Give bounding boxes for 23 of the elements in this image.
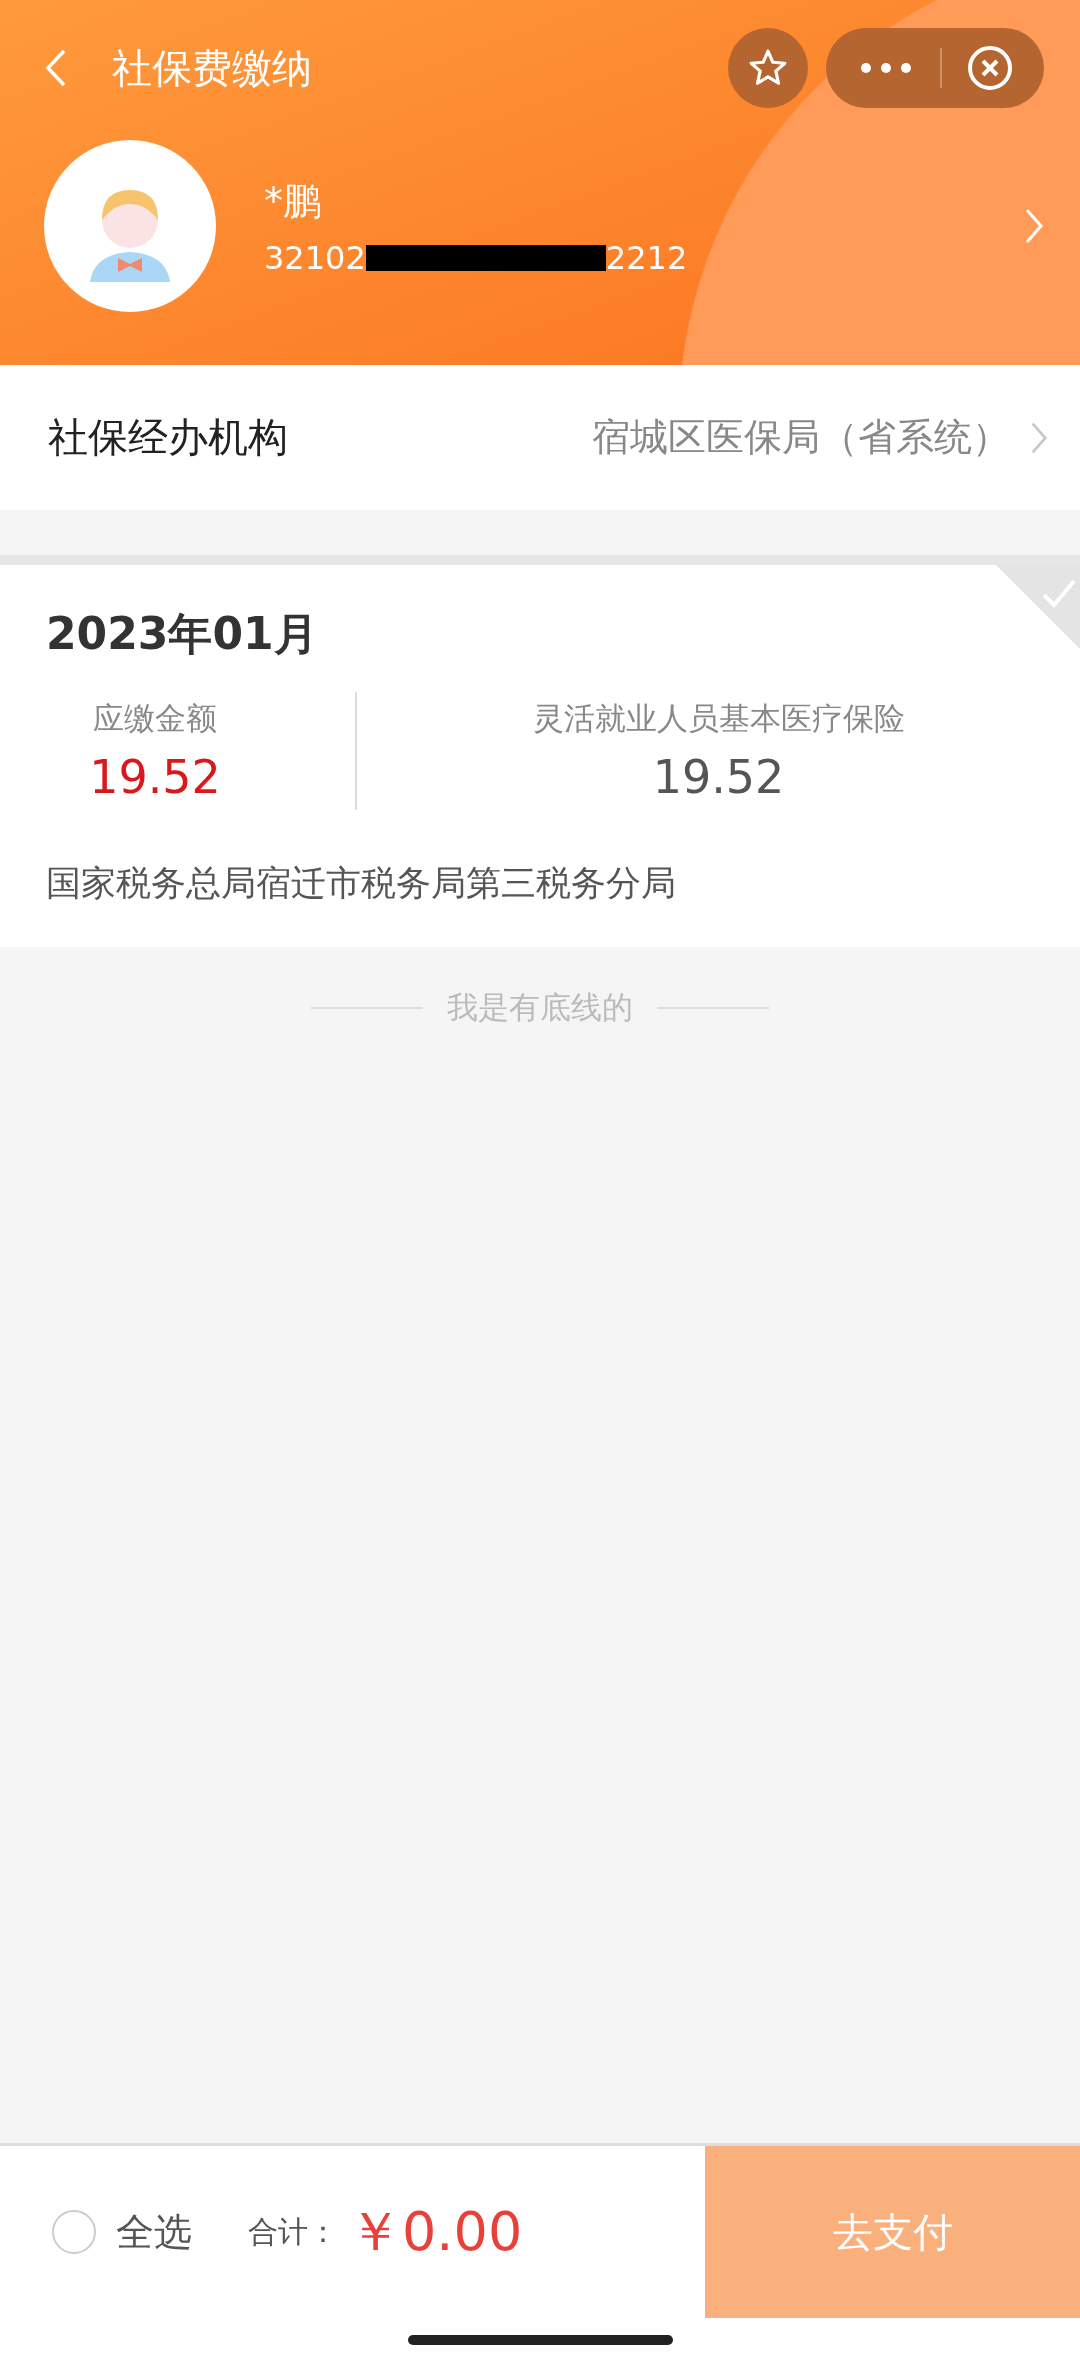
agency-row[interactable]: 社保经办机构 宿城区医保局（省系统）: [0, 365, 1080, 510]
page-title: 社保费缴纳: [112, 43, 313, 93]
chevron-right-icon[interactable]: [1024, 206, 1044, 246]
agency-value: 宿城区医保局（省系统）: [592, 414, 1010, 461]
total-amount: ￥0.00: [348, 2198, 523, 2265]
bill-period: 2023年01月: [46, 607, 318, 661]
select-all-label[interactable]: 全选: [116, 2206, 192, 2258]
select-all-radio[interactable]: [52, 2210, 96, 2254]
insurance-amount: 19.52: [652, 750, 785, 804]
agency-label: 社保经办机构: [48, 413, 289, 462]
check-corner-icon[interactable]: [996, 565, 1080, 649]
due-amount: 19.52: [89, 750, 221, 804]
user-name: *鹏: [264, 177, 322, 225]
bill-card[interactable]: 2023年01月 应缴金额 19.52 灵活就业人员基本医疗保险 19.52 国家税务总局宿迁市税务局第三税务分局: [0, 555, 1080, 947]
id-number: 2212: [605, 238, 688, 277]
end-of-list-note: 我是有底线的: [447, 988, 633, 1027]
id-number: 32102: [264, 238, 366, 277]
total-label: 合计：: [248, 2212, 338, 2251]
insurance-label: 灵活就业人员基本医疗保险: [532, 699, 905, 738]
close-icon[interactable]: [966, 44, 1014, 92]
tax-office: 国家税务总局宿迁市税务局第三税务分局: [46, 862, 677, 905]
back-icon[interactable]: [44, 48, 68, 88]
due-label: 应缴金额: [93, 699, 217, 738]
